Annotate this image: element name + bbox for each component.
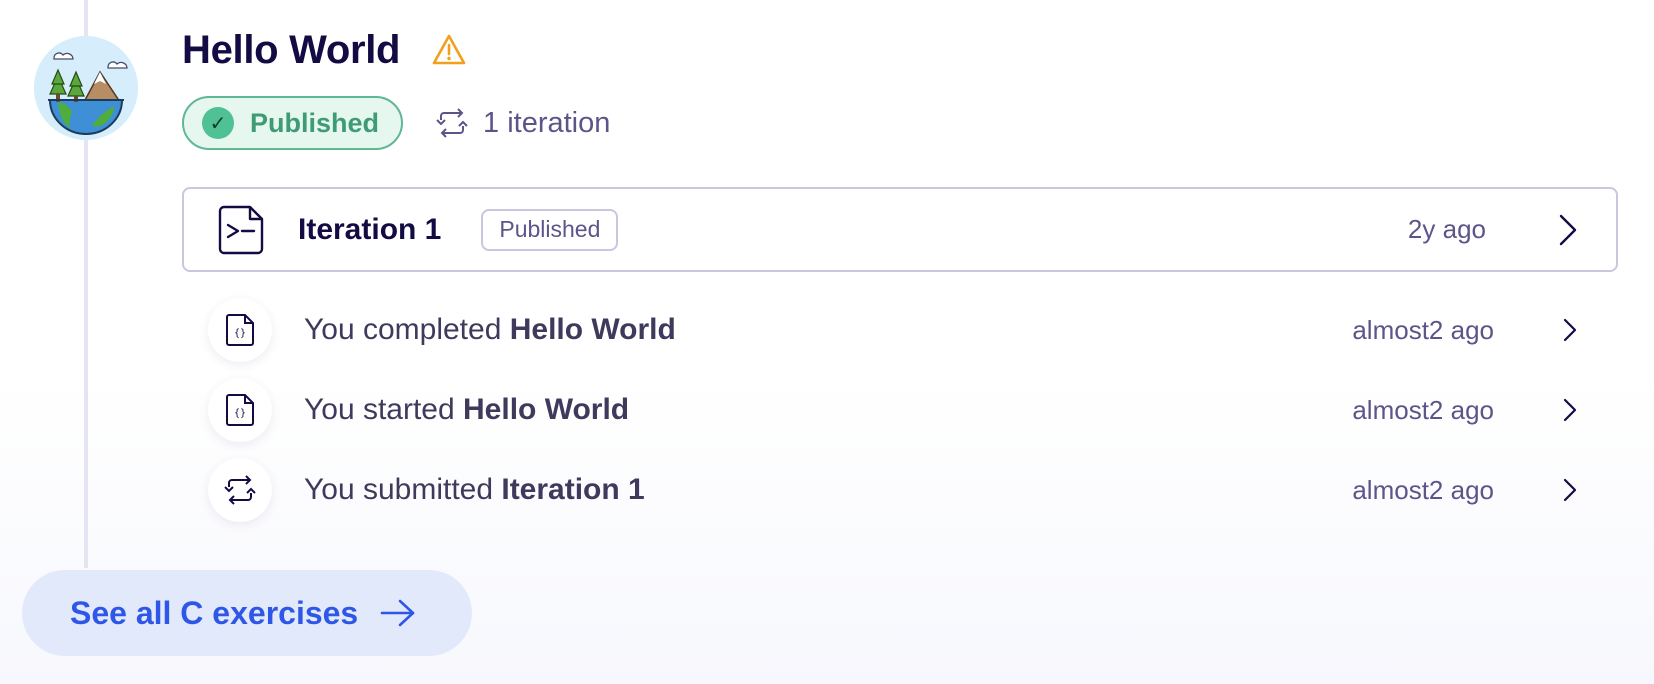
activity-text: You submitted Iteration 1 (304, 473, 645, 506)
warning-icon[interactable] (432, 33, 466, 67)
activity-subject[interactable]: Hello World (463, 393, 629, 426)
activity-time: almost2 ago (1352, 314, 1494, 345)
iteration-time: 2y ago (1407, 214, 1486, 244)
iteration-card[interactable]: Iteration 1 Published 2y ago (182, 187, 1618, 272)
svg-text:{}: {} (234, 328, 246, 339)
chevron-right-icon (1562, 317, 1578, 343)
svg-text:{}: {} (234, 408, 246, 419)
activity-subject[interactable]: Hello World (510, 313, 676, 346)
activity-text: You completed Hello World (304, 313, 676, 346)
code-file-icon: {} (208, 378, 272, 442)
activity-row-started[interactable]: {} You started Hello World almost2 ago (208, 377, 1628, 443)
published-status-pill: ✓ Published (182, 96, 404, 150)
activity-row-submitted[interactable]: You submitted Iteration 1 almost2 ago (208, 457, 1628, 523)
exercise-avatar-icon (34, 36, 138, 140)
activity-time: almost2 ago (1352, 474, 1494, 505)
see-all-label: See all C exercises (70, 594, 359, 631)
iterations-count[interactable]: 1 iteration (435, 107, 610, 140)
iterations-label: 1 iteration (483, 106, 611, 139)
activity-row-completed[interactable]: {} You completed Hello World almost2 ago (208, 297, 1628, 363)
activity-subject[interactable]: Iteration 1 (501, 473, 644, 506)
activity-time: almost2 ago (1352, 394, 1494, 425)
arrow-right-icon (380, 599, 415, 627)
chevron-right-icon (1562, 397, 1578, 423)
check-icon: ✓ (202, 107, 234, 139)
iteration-cycle-icon (436, 108, 468, 138)
code-file-icon: {} (208, 298, 272, 362)
iteration-status-badge: Published (481, 208, 619, 251)
exercise-title: Hello World (182, 27, 401, 72)
terminal-file-icon (218, 205, 264, 255)
chevron-right-icon (1558, 213, 1578, 247)
chevron-right-icon (1562, 477, 1578, 503)
iteration-title: Iteration 1 (298, 212, 442, 246)
status-label: Published (250, 107, 380, 138)
exercise-header: Hello World ✓ Published 1 iteration (182, 22, 610, 150)
activity-text: You started Hello World (304, 393, 630, 426)
iteration-cycle-icon (208, 458, 272, 522)
see-all-exercises-button[interactable]: See all C exercises (22, 570, 472, 656)
